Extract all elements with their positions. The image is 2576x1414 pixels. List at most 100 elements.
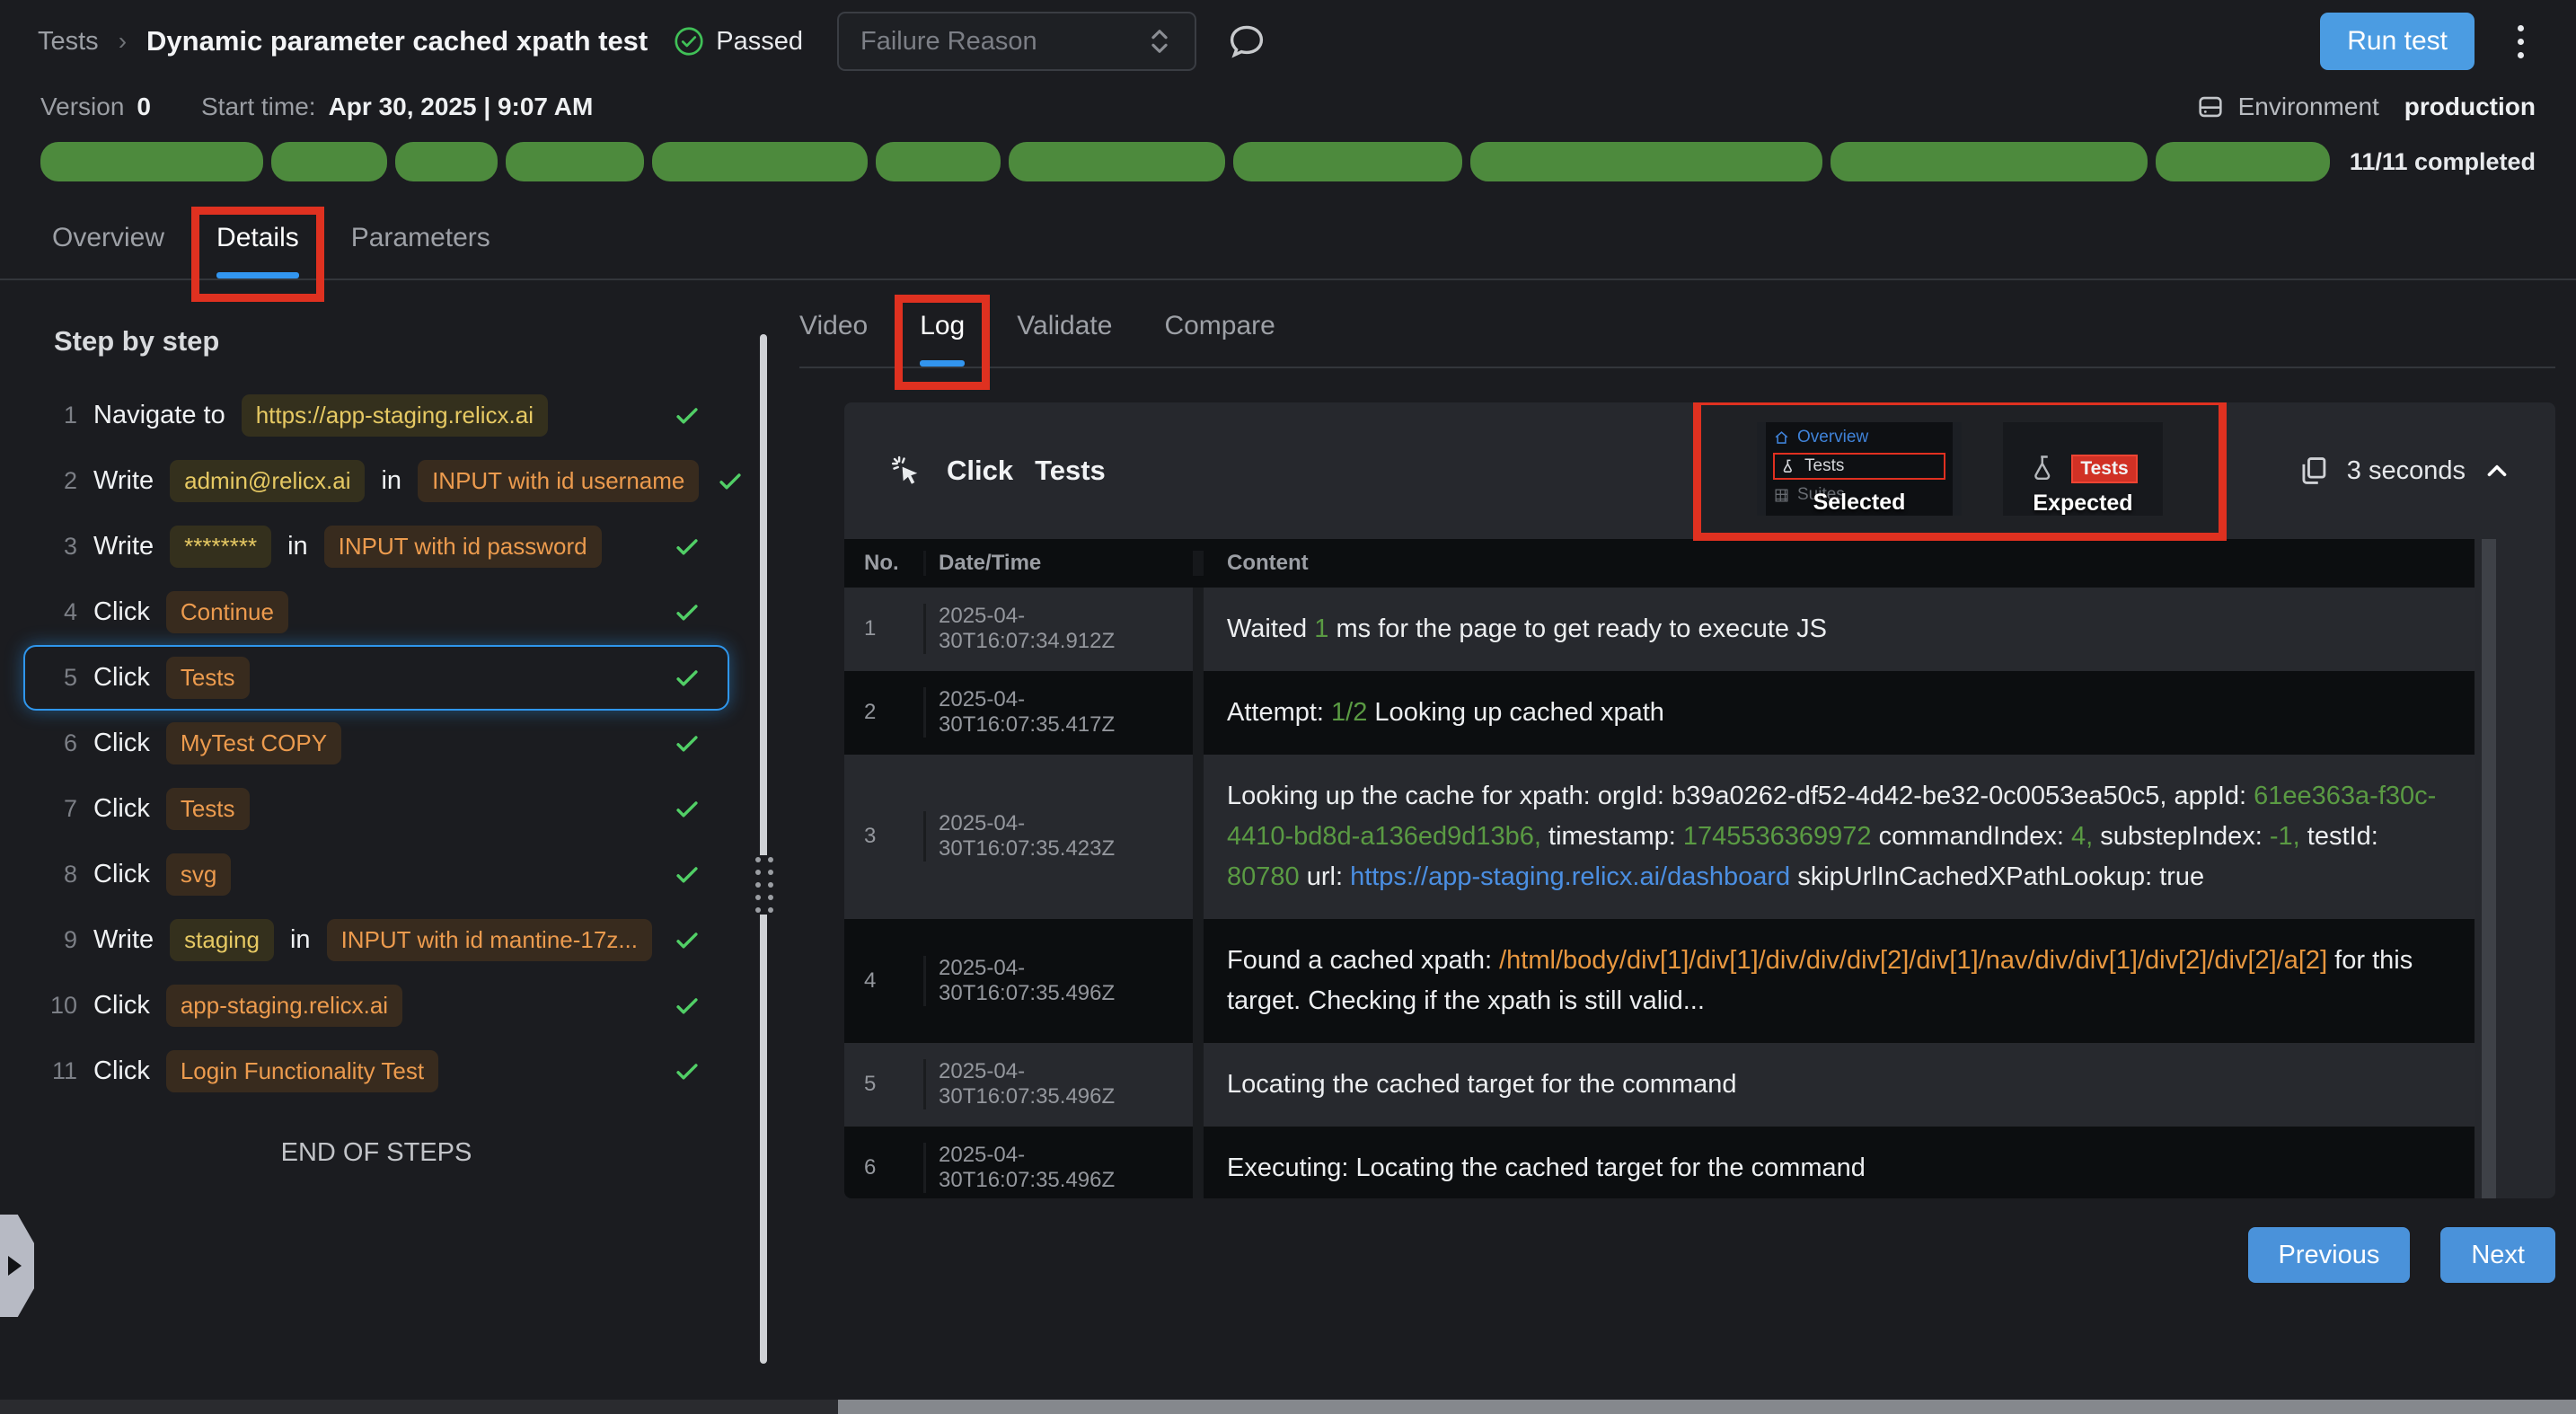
horizontal-scrollbar[interactable] xyxy=(0,1400,2576,1414)
step-chip-target: Tests xyxy=(166,657,250,699)
progress-segment xyxy=(506,142,644,181)
step-action: Navigate to xyxy=(93,401,225,430)
progress-row: 11/11 completed xyxy=(0,142,2576,181)
annotation-box-log xyxy=(895,295,990,390)
previous-button[interactable]: Previous xyxy=(2248,1227,2411,1283)
duration-text: 3 seconds xyxy=(2347,456,2466,486)
annotation-box-thumbnails: OverviewTestsSuites Selected Tests Expec… xyxy=(1693,402,2227,541)
log-row-content: Waited 1 ms for the page to get ready to… xyxy=(1193,588,2475,671)
steps-list: 1Navigate tohttps://app-staging.relicx.a… xyxy=(23,383,729,1104)
tab-validate[interactable]: Validate xyxy=(1017,311,1112,367)
step-row-10[interactable]: 10Clickapp-staging.relicx.ai xyxy=(23,973,729,1038)
tab-parameters[interactable]: Parameters xyxy=(351,223,490,278)
progress-segment xyxy=(2156,142,2330,181)
log-row-content: Looking up the cache for xpath: orgId: b… xyxy=(1193,755,2475,919)
step-chip-target: app-staging.relicx.ai xyxy=(166,985,402,1027)
step-number: 9 xyxy=(38,926,77,954)
step-check-icon xyxy=(672,729,702,759)
step-number: 5 xyxy=(38,664,77,692)
step-row-9[interactable]: 9WritestaginginINPUT with id mantine-17z… xyxy=(23,907,729,973)
log-row-3: 32025-04-30T16:07:35.423ZLooking up the … xyxy=(844,755,2475,919)
step-action: Click xyxy=(93,663,150,693)
mini-nav-label: Tests xyxy=(1804,456,1844,476)
step-number: 8 xyxy=(38,861,77,888)
step-check-icon xyxy=(672,860,702,890)
step-action: Click xyxy=(93,991,150,1021)
expected-thumbnail-label: Expected xyxy=(2003,490,2163,516)
step-chip-target: Login Functionality Test xyxy=(166,1050,438,1092)
copy-icon[interactable] xyxy=(2297,454,2331,488)
step-chip-target: Tests xyxy=(166,788,250,830)
expected-thumbnail[interactable]: Tests Expected xyxy=(2003,422,2163,516)
step-action: Click xyxy=(93,860,150,889)
run-test-button[interactable]: Run test xyxy=(2320,13,2475,70)
log-row-number: 4 xyxy=(844,968,923,994)
content: Step by step 1Navigate tohttps://app-sta… xyxy=(0,280,2576,1283)
log-scrollbar[interactable] xyxy=(2482,539,2496,1198)
steps-scrollbar[interactable] xyxy=(760,334,767,1364)
chevron-up-icon[interactable] xyxy=(2482,455,2512,486)
panel-resize-grip[interactable] xyxy=(751,855,778,915)
log-row-content: Found a cached xpath: /html/body/div[1]/… xyxy=(1193,919,2475,1043)
log-table: No. Date/Time Content 12025-04-30T16:07:… xyxy=(844,539,2475,1198)
step-chip-value: staging xyxy=(170,919,274,961)
step-row-8[interactable]: 8Clicksvg xyxy=(23,842,729,907)
end-of-steps-label: END OF STEPS xyxy=(23,1138,729,1168)
step-check-icon xyxy=(672,401,702,431)
log-row-content: Executing: Locating the cached target fo… xyxy=(1193,1127,2475,1199)
step-row-3[interactable]: 3Write********inINPUT with id password xyxy=(23,514,729,579)
step-row-6[interactable]: 6ClickMyTest COPY xyxy=(23,711,729,776)
step-number: 4 xyxy=(38,598,77,626)
step-action: in xyxy=(287,532,308,561)
step-chip-value: admin@relicx.ai xyxy=(170,460,365,502)
step-action: Write xyxy=(93,466,154,496)
selected-thumbnail[interactable]: OverviewTestsSuites Selected xyxy=(1757,422,1962,516)
tab-details[interactable]: Details xyxy=(216,223,299,278)
selector-chevrons-icon xyxy=(1146,26,1173,57)
step-number: 2 xyxy=(38,467,77,495)
progress-segment xyxy=(1009,142,1226,181)
duration-group: 3 seconds xyxy=(2297,454,2512,488)
page-title: Dynamic parameter cached xpath test xyxy=(146,25,648,57)
log-row-2: 22025-04-30T16:07:35.417ZAttempt: 1/2 Lo… xyxy=(844,671,2475,755)
comment-icon[interactable] xyxy=(1225,20,1268,63)
tab-compare[interactable]: Compare xyxy=(1164,311,1275,367)
step-row-2[interactable]: 2Writeadmin@relicx.aiinINPUT with id use… xyxy=(23,448,729,514)
step-check-icon xyxy=(672,794,702,825)
pager: Previous Next xyxy=(799,1227,2555,1283)
environment-label: Environment xyxy=(2238,93,2379,121)
failure-reason-select[interactable]: Failure Reason xyxy=(837,12,1196,71)
progress-segment xyxy=(1233,142,1461,181)
progress-segment xyxy=(40,142,263,181)
step-row-11[interactable]: 11ClickLogin Functionality Test xyxy=(23,1038,729,1104)
step-action: Click xyxy=(93,729,150,758)
step-row-4[interactable]: 4 Click Continue xyxy=(23,579,729,645)
steps-heading: Step by step xyxy=(54,325,729,358)
step-action: Click xyxy=(93,597,150,627)
column-no: No. xyxy=(844,551,923,576)
detail-panel: VideoLogValidateCompare Click Tests 3 se… xyxy=(729,280,2576,1283)
tab-overview[interactable]: Overview xyxy=(52,223,164,278)
step-chip-target: Continue xyxy=(166,591,288,633)
mini-nav-label: Overview xyxy=(1797,428,1868,447)
next-button[interactable]: Next xyxy=(2440,1227,2555,1283)
progress-segment xyxy=(652,142,868,181)
step-check-icon xyxy=(672,663,702,694)
tab-log[interactable]: Log xyxy=(920,311,965,367)
step-row-5[interactable]: 5 Click Tests xyxy=(23,645,729,711)
step-action: in xyxy=(290,925,311,955)
expected-target-text: Tests xyxy=(2071,455,2137,483)
kebab-menu-icon[interactable] xyxy=(2503,25,2538,58)
tab-video[interactable]: Video xyxy=(799,311,868,367)
step-number: 7 xyxy=(38,795,77,823)
log-row-1: 12025-04-30T16:07:34.912ZWaited 1 ms for… xyxy=(844,588,2475,671)
step-row-1[interactable]: 1Navigate tohttps://app-staging.relicx.a… xyxy=(23,383,729,448)
log-row-content: Locating the cached target for the comma… xyxy=(1193,1043,2475,1127)
step-number: 3 xyxy=(38,533,77,561)
step-row-7[interactable]: 7ClickTests xyxy=(23,776,729,842)
check-circle-icon xyxy=(673,25,705,57)
breadcrumb-tests[interactable]: Tests xyxy=(38,27,99,57)
horizontal-scrollbar-thumb[interactable] xyxy=(838,1400,2576,1414)
step-number: 11 xyxy=(38,1057,77,1085)
progress-segment xyxy=(1470,142,1822,181)
